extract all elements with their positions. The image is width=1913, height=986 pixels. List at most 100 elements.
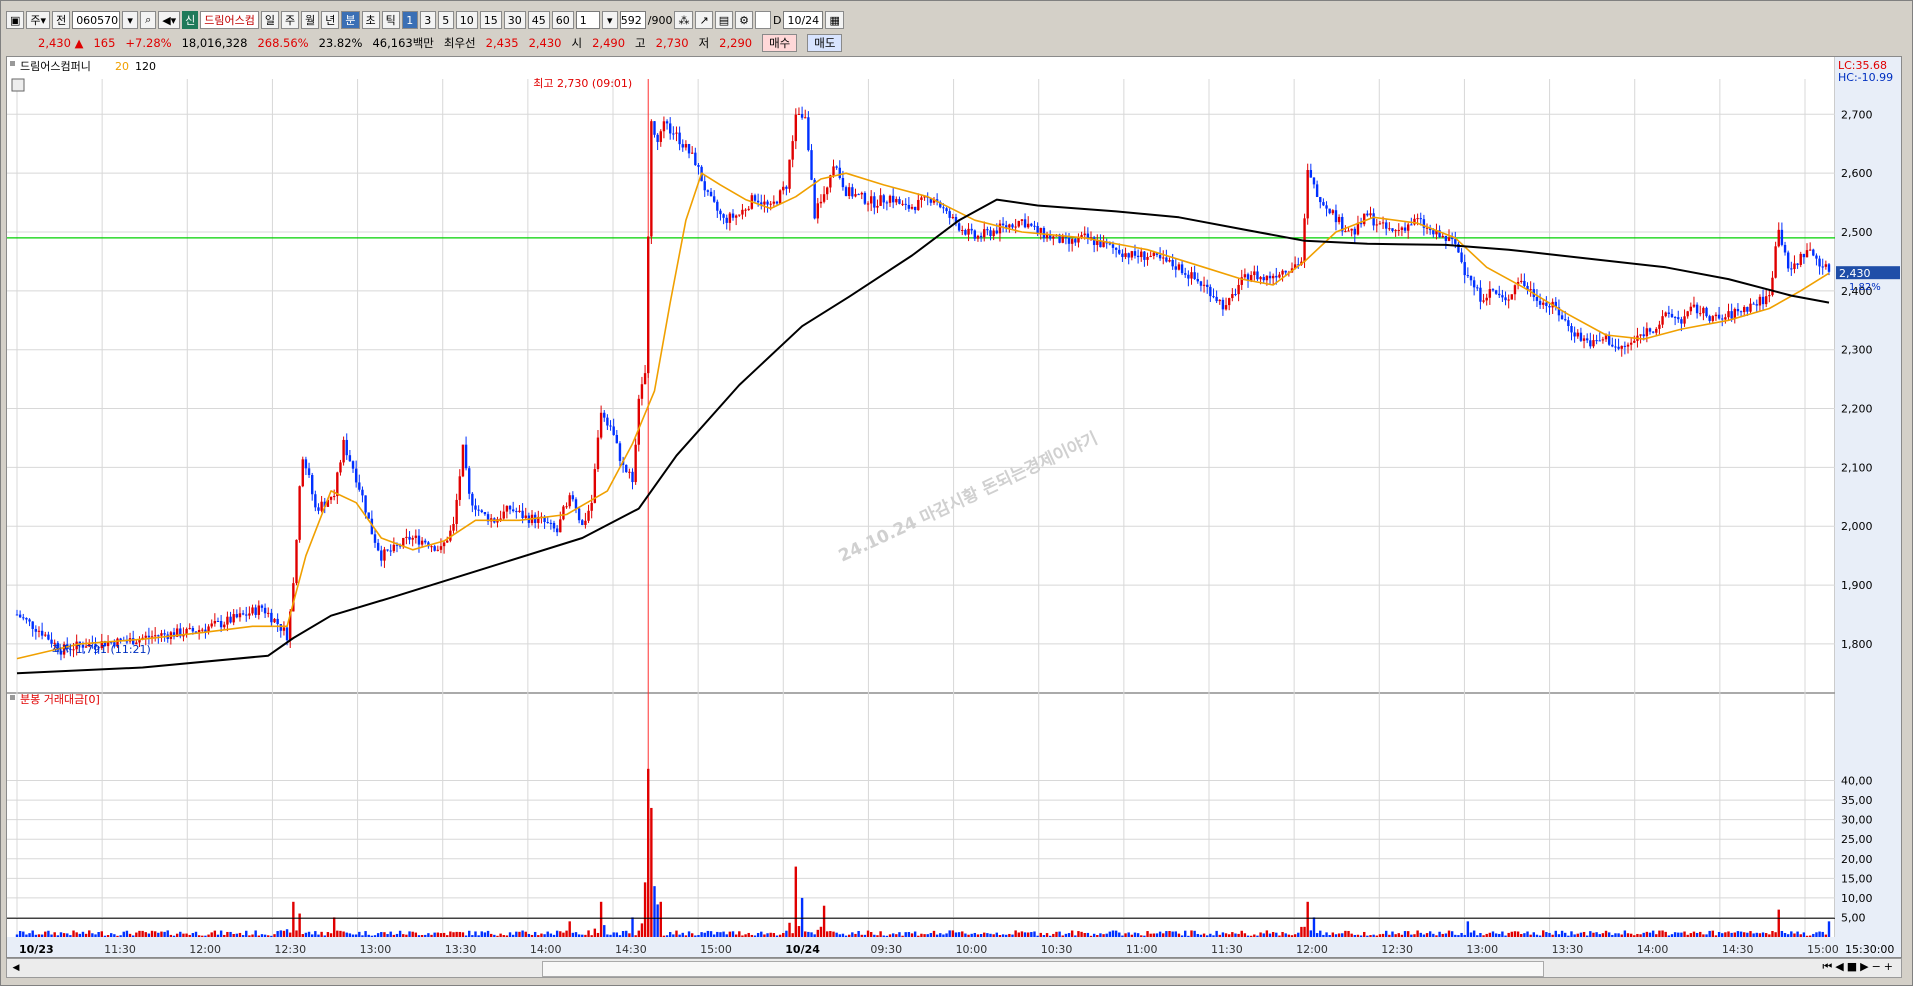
candle-body	[1133, 251, 1137, 256]
volume-bar	[260, 934, 264, 937]
candle-body	[656, 134, 659, 142]
period-day[interactable]: 일	[260, 11, 280, 29]
interval-5[interactable]: 5	[437, 11, 454, 29]
volume-bar	[860, 934, 863, 937]
volume-bar	[995, 932, 998, 937]
date-input[interactable]: 10/24	[783, 11, 824, 29]
x-tick-label: 15:00	[700, 943, 732, 956]
interval-10[interactable]: 10	[455, 11, 478, 29]
speaker-icon[interactable]: ◀▾	[158, 11, 181, 29]
candle-body	[628, 471, 631, 473]
interval-30[interactable]: 30	[503, 11, 526, 29]
period-second[interactable]: 초	[361, 11, 380, 29]
period-month[interactable]: 월	[301, 11, 320, 29]
candle-body	[376, 542, 380, 551]
volume-bar	[282, 930, 286, 937]
volume-bar	[1149, 933, 1152, 937]
candle-body	[191, 627, 195, 632]
y-tick-label: 2,500	[1841, 226, 1873, 239]
interval-3[interactable]: 3	[419, 11, 436, 29]
candle-body	[1118, 249, 1121, 254]
stop-icon[interactable]: ■	[1847, 960, 1857, 974]
volume-bar	[1818, 931, 1821, 937]
volume-bar	[348, 933, 352, 937]
volume-bar	[1033, 931, 1036, 937]
volume-bar	[656, 904, 659, 937]
volume-bar	[857, 931, 860, 937]
code-dropdown-icon[interactable]: ▾	[122, 11, 139, 29]
chart-area[interactable]: 10/23 11:30 12:00 12:30 13:00 13:30 14:00 14:30…	[6, 56, 1902, 958]
volume-bar	[301, 934, 304, 937]
first-icon[interactable]: ⏮	[1822, 960, 1832, 974]
candle-body	[389, 550, 392, 552]
volume-bar	[329, 933, 333, 937]
market-select[interactable]: 주 ▾	[26, 11, 51, 29]
zoom-in-icon[interactable]: +	[1884, 960, 1893, 974]
candle-body	[778, 190, 782, 204]
period-tick[interactable]: 틱	[381, 11, 400, 29]
save-icon[interactable]: ▤	[714, 11, 734, 29]
interval-15[interactable]: 15	[479, 11, 502, 29]
candle-body	[961, 230, 964, 232]
candle-body	[28, 619, 31, 622]
unit-input[interactable]: 1	[575, 11, 600, 29]
candle-body	[1334, 210, 1338, 223]
volume-bar	[307, 931, 311, 937]
candle-body	[1444, 235, 1448, 241]
volume-bar	[609, 934, 612, 937]
candle-body	[888, 195, 892, 203]
next-icon[interactable]: ▶	[1860, 960, 1868, 974]
interval-45[interactable]: 45	[527, 11, 550, 29]
volume-bar	[1092, 933, 1096, 937]
period-year[interactable]: 년	[321, 11, 340, 29]
volume-bar	[923, 934, 926, 937]
calendar-icon[interactable]: ▦	[825, 11, 844, 29]
candle-body	[1372, 213, 1375, 226]
chart-scrollbar[interactable]: ◀ ⏮ ◀ ■ ▶ − +	[6, 958, 1902, 978]
candle-body	[898, 198, 901, 204]
scroll-thumb[interactable]	[542, 961, 1544, 977]
buy-button[interactable]: 매수	[762, 34, 798, 52]
trend-icon[interactable]: ↗	[695, 11, 713, 29]
candle-body	[631, 471, 634, 483]
search-icon[interactable]: ⌕	[140, 11, 157, 29]
zoom-out-icon[interactable]: −	[1872, 960, 1881, 974]
interval-60[interactable]: 60	[551, 11, 574, 29]
volume-bar	[1356, 934, 1360, 937]
candle-body	[1030, 223, 1033, 226]
d-checkbox[interactable]	[754, 11, 771, 29]
volume-bar	[838, 934, 841, 937]
candle-body	[1824, 264, 1828, 267]
volume-bar	[1127, 932, 1130, 937]
volume-bar	[47, 930, 50, 937]
period-minute[interactable]: 분	[341, 11, 360, 29]
volume-bar	[964, 933, 967, 937]
prefix-button[interactable]: 전	[52, 11, 71, 29]
volume-bar	[763, 934, 766, 937]
prev-icon[interactable]: ◀	[1835, 960, 1843, 974]
candle-body	[1476, 287, 1479, 289]
candle-body	[34, 628, 38, 632]
stock-name[interactable]: 드림어스컴	[200, 11, 259, 29]
period-week[interactable]: 주	[281, 11, 300, 29]
gear-icon[interactable]: ⚙	[735, 11, 753, 29]
count-input[interactable]: 592	[619, 11, 646, 29]
candle-body	[1538, 300, 1542, 305]
candle-body	[386, 549, 389, 551]
volume-bar	[1347, 930, 1350, 937]
volume-bar	[1388, 934, 1391, 937]
layout-icon[interactable]: ▣	[6, 11, 25, 29]
volume-bar	[675, 930, 678, 937]
high-value: 2,730	[655, 36, 689, 50]
scroll-left-icon[interactable]: ◀	[9, 961, 23, 975]
interval-1[interactable]: 1	[401, 11, 418, 29]
volume-bar	[383, 932, 386, 937]
code-input[interactable]: 060570	[72, 11, 121, 29]
sell-button[interactable]: 매도	[807, 34, 843, 52]
quote-turnover: 23.82%	[318, 36, 363, 50]
chart-svg[interactable]: 10/23 11:30 12:00 12:30 13:00 13:30 14:00 14:30…	[7, 57, 1901, 957]
volume-bar	[1802, 932, 1806, 937]
candle-body	[599, 412, 603, 438]
chart-tools-icon[interactable]: ⁂	[674, 11, 694, 29]
unit-dropdown-icon[interactable]: ▾	[601, 11, 618, 29]
